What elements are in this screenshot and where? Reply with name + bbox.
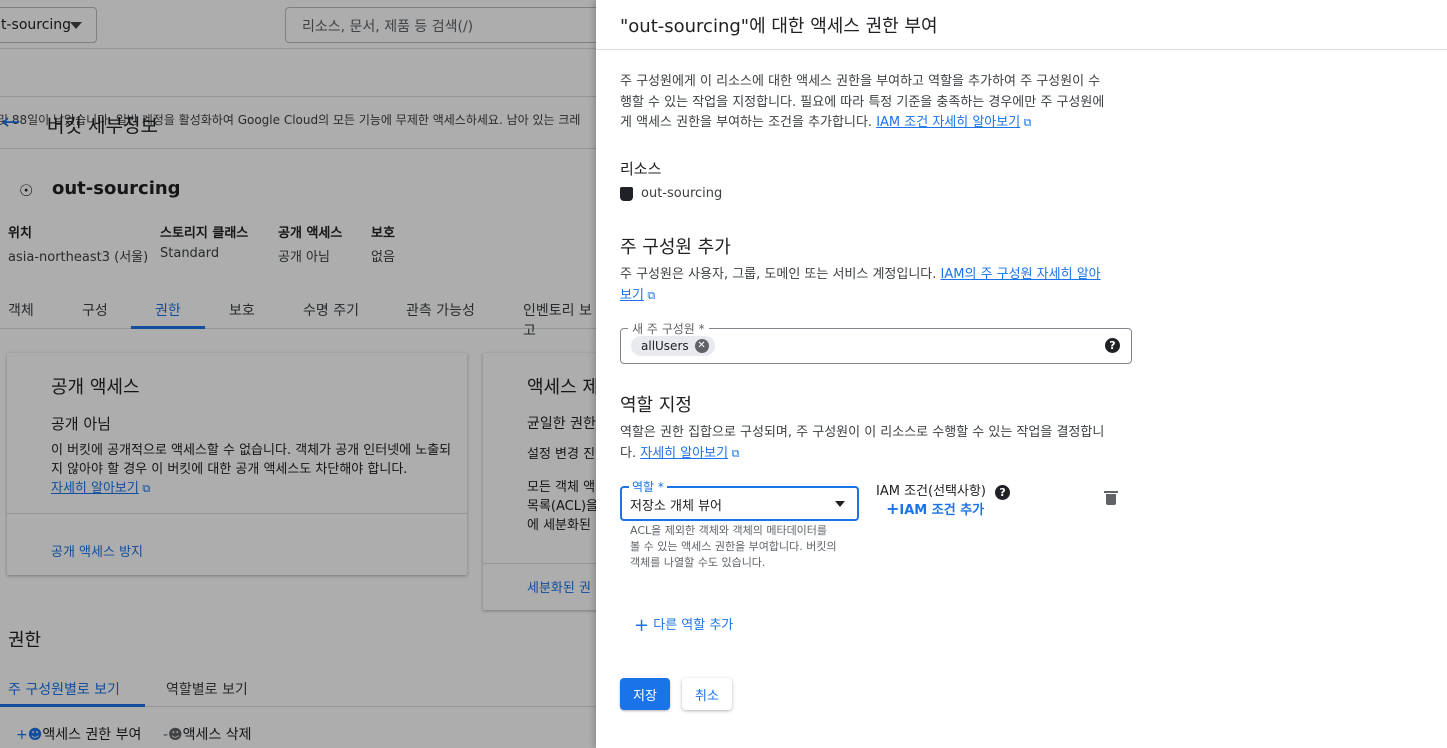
modal-overlay[interactable] <box>0 0 596 748</box>
add-iam-condition-label: IAM 조건 추가 <box>899 503 985 518</box>
iam-conditions-learn-more-link[interactable]: IAM 조건 자세히 알아보기 <box>876 115 1020 130</box>
panel-header: "out-sourcing"에 대한 액세스 권한 부여 <box>596 0 1447 50</box>
bucket-icon <box>620 186 633 201</box>
new-principals-label: 새 주 구성원 * <box>628 320 709 337</box>
external-link-icon: ⧉ <box>728 446 740 460</box>
add-iam-condition-button[interactable]: +IAM 조건 추가 <box>886 499 984 518</box>
principal-desc-text: 주 구성원은 사용자, 그룹, 도메인 또는 서비스 계정입니다. <box>620 267 937 282</box>
role-desc-line: 역할은 권한 집합으로 구성되며, 주 구성원이 이 리소스로 수행할 수 있는… <box>620 425 1105 440</box>
assign-roles-heading: 역할 지정 <box>620 395 692 416</box>
roles-learn-more-link[interactable]: 자세히 알아보기 <box>640 446 728 461</box>
principals-link-text: 보기 <box>620 287 644 303</box>
plus-icon: + <box>634 615 650 636</box>
add-principals-heading: 주 구성원 추가 <box>620 237 731 258</box>
grant-access-panel: "out-sourcing"에 대한 액세스 권한 부여 주 구성원에게 이 리… <box>596 0 1447 748</box>
delete-role-icon[interactable] <box>1104 491 1118 505</box>
resource-name: out-sourcing <box>641 186 723 201</box>
intro-line: 게 액세스 권한을 부여하는 조건을 추가합니다. <box>620 115 873 130</box>
intro-line: 행할 수 있는 작업을 지정합니다. 필요에 따라 특정 기준을 충족하는 경우… <box>620 94 1105 110</box>
role-description: 역할은 권한 집합으로 구성되며, 주 구성원이 이 리소스로 수행할 수 있는… <box>620 423 1135 464</box>
resource-row: out-sourcing <box>620 186 722 201</box>
role-value: 저장소 개체 뷰어 <box>630 499 722 514</box>
principals-link-text: IAM의 주 구성원 자세히 알아 <box>940 267 1101 282</box>
intro-line: 주 구성원에게 이 리소스에 대한 액세스 권한을 부여하고 역할을 추가하여 … <box>620 74 1101 89</box>
save-button[interactable]: 저장 <box>620 678 670 710</box>
intro-text: 주 구성원에게 이 리소스에 대한 액세스 권한을 부여하고 역할을 추가하여 … <box>620 72 1135 134</box>
external-link-icon: ⧉ <box>1020 116 1032 129</box>
trash-lid <box>1104 491 1118 493</box>
external-link-icon: ⧉ <box>643 288 656 302</box>
role-desc-line: 다. <box>620 445 637 461</box>
principal-description: 주 구성원은 사용자, 그룹, 도메인 또는 서비스 계정입니다. IAM의 주… <box>620 265 1135 306</box>
cancel-button[interactable]: 취소 <box>682 678 732 710</box>
new-principals-field[interactable]: 새 주 구성원 * allUsers ✕ ? <box>620 320 1132 364</box>
iam-condition-label: IAM 조건(선택사항) ? <box>876 480 1011 500</box>
role-label: 역할 * <box>629 478 667 495</box>
principal-chip-label: allUsers <box>641 339 689 353</box>
add-another-role-button[interactable]: + 다른 역할 추가 <box>634 614 733 636</box>
help-icon[interactable]: ? <box>995 485 1011 500</box>
caret-down-icon <box>835 501 845 507</box>
plus-icon: + <box>886 499 900 518</box>
resource-heading: 리소스 <box>620 160 662 178</box>
help-icon[interactable]: ? <box>1105 338 1120 353</box>
add-another-role-label: 다른 역할 추가 <box>653 618 734 633</box>
role-select[interactable]: 역할 * 저장소 개체 뷰어 <box>620 478 859 521</box>
trash-can <box>1106 494 1116 505</box>
principal-chip[interactable]: allUsers ✕ <box>631 336 715 356</box>
remove-chip-icon[interactable]: ✕ <box>694 339 709 353</box>
role-help-text: ACL을 제외한 객체와 객체의 메타데이터를 볼 수 있는 액세스 권한을 부… <box>630 524 837 569</box>
iam-condition-label-text: IAM 조건(선택사항) <box>876 484 986 499</box>
panel-title: "out-sourcing"에 대한 액세스 권한 부여 <box>620 16 938 37</box>
